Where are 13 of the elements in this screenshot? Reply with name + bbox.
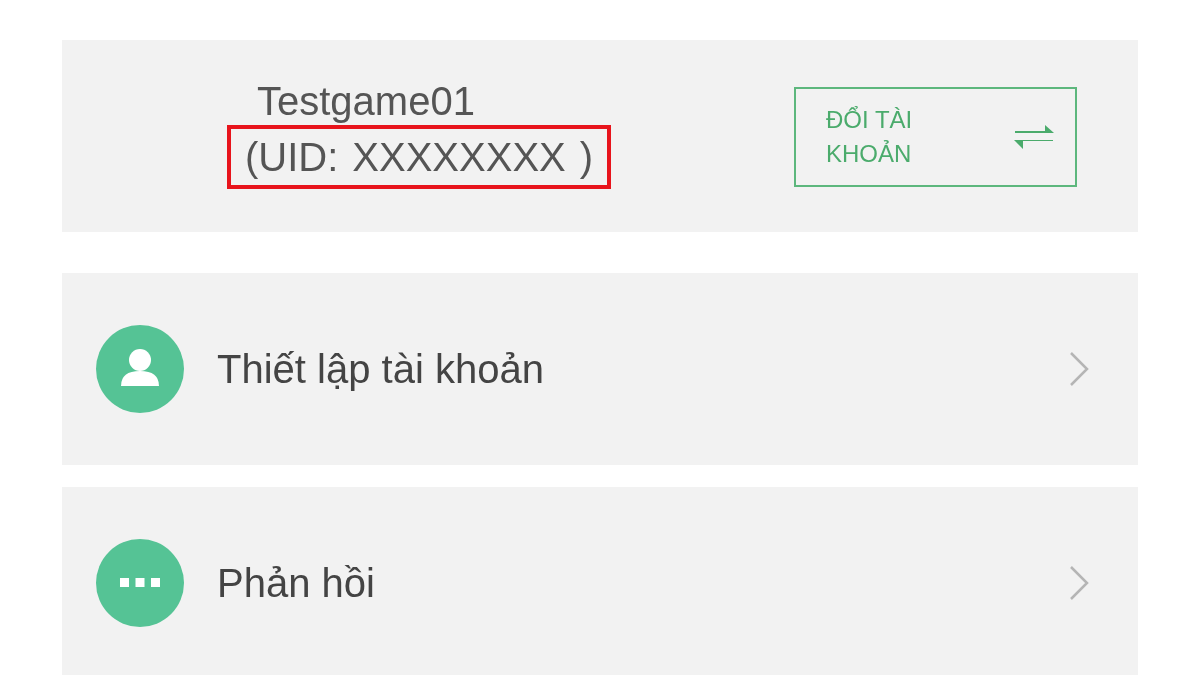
uid-bracket: ) [579, 134, 594, 181]
menu-label: Phản hồi [217, 560, 376, 606]
uid-label: (UID: [245, 134, 339, 181]
menu-item[interactable]: Thiết lập tài khoản [62, 273, 1138, 465]
chevron-icon [1068, 350, 1090, 388]
username: Testgame01 [257, 78, 475, 125]
menu-label: Thiết lập tài khoản [217, 346, 545, 392]
swap-icon [1013, 124, 1055, 150]
person-icon [96, 325, 184, 413]
uid-value: XXXXXXXX [352, 134, 566, 181]
more-icon [96, 539, 184, 627]
chevron-icon [1068, 564, 1090, 602]
menu-item[interactable]: Phản hồi [62, 487, 1138, 675]
